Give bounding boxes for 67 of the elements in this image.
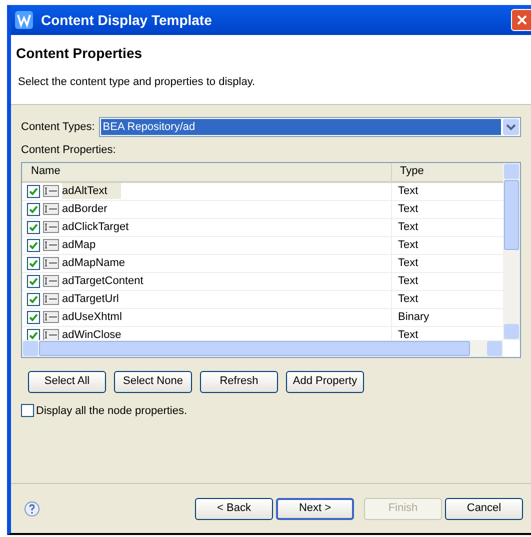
property-name: adClickTarget — [62, 220, 129, 235]
text-field-icon — [43, 311, 59, 323]
wizard-button[interactable]: < Back — [195, 498, 273, 520]
property-type: Text — [397, 202, 418, 217]
property-type: Text — [397, 238, 418, 253]
property-type: Text — [397, 184, 418, 199]
app-logo-icon — [15, 11, 33, 29]
property-name: adMap — [62, 238, 96, 253]
action-button[interactable]: Refresh — [200, 370, 278, 392]
text-field-icon — [43, 275, 59, 287]
property-type: Text — [397, 220, 418, 235]
content-types-label: Content Types: — [21, 120, 95, 135]
row-checkbox[interactable] — [27, 184, 40, 198]
table-row[interactable]: adUseXhtml Binary — [22, 308, 503, 326]
content-types-dropdown[interactable]: BEA Repository/ad — [98, 117, 521, 137]
close-icon — [517, 15, 527, 25]
property-name: adTargetUrl — [62, 292, 119, 307]
property-name: adUseXhtml — [62, 310, 122, 325]
display-all-label: Display all the node properties. — [36, 404, 188, 418]
table-row[interactable]: adBorder Text — [22, 200, 503, 218]
row-checkbox[interactable] — [27, 274, 40, 288]
table-row[interactable]: adMapName Text — [22, 254, 503, 272]
row-checkbox[interactable] — [27, 256, 40, 270]
row-checkbox[interactable] — [27, 328, 40, 340]
content-properties-label: Content Properties: — [21, 143, 117, 158]
property-name: adBorder — [62, 202, 108, 217]
display-all-checkbox[interactable] — [21, 404, 34, 418]
property-name: adWinClose — [62, 328, 122, 340]
property-type: Text — [397, 274, 418, 289]
page-title: Content Properties — [16, 44, 144, 63]
property-type: Text — [397, 256, 418, 271]
text-field-icon — [43, 185, 59, 197]
text-field-icon — [43, 257, 59, 269]
action-button[interactable]: Select All — [28, 370, 106, 392]
row-checkbox[interactable] — [27, 310, 40, 324]
column-header[interactable]: Name — [22, 162, 392, 180]
window-title: Content Display Template — [41, 10, 212, 30]
action-button[interactable]: Add Property — [286, 370, 364, 392]
property-name: adMapName — [62, 256, 125, 271]
table-row[interactable]: adAltText Text — [22, 182, 503, 200]
table-row[interactable]: adClickTarget Text — [22, 218, 503, 236]
vertical-scrollbar[interactable] — [503, 162, 520, 340]
horizontal-scrollbar[interactable] — [22, 340, 503, 356]
text-field-icon — [43, 329, 59, 340]
table-row[interactable]: adTargetUrl Text — [22, 290, 503, 308]
property-type: Binary — [397, 310, 430, 325]
text-field-icon — [43, 221, 59, 233]
row-checkbox[interactable] — [27, 292, 40, 306]
row-checkbox[interactable] — [27, 220, 40, 234]
property-name: adTargetContent — [62, 274, 144, 289]
table-row[interactable]: adMap Text — [22, 236, 503, 254]
wizard-button[interactable]: Cancel — [445, 498, 523, 520]
property-type: Text — [397, 292, 418, 307]
page-description: Select the content type and properties to display. — [17, 75, 256, 90]
text-field-icon — [43, 293, 59, 305]
property-type: Text — [397, 328, 418, 340]
property-name: adAltText — [62, 182, 122, 200]
help-icon[interactable] — [24, 500, 40, 516]
text-field-icon — [43, 239, 59, 251]
row-checkbox[interactable] — [27, 238, 40, 252]
column-header[interactable]: Type — [392, 162, 503, 180]
wizard-button[interactable]: Next > — [276, 498, 354, 520]
table-row[interactable]: adTargetContent Text — [22, 272, 503, 290]
text-field-icon — [43, 203, 59, 215]
close-button[interactable] — [511, 9, 531, 31]
action-button[interactable]: Select None — [114, 370, 192, 392]
row-checkbox[interactable] — [27, 202, 40, 216]
